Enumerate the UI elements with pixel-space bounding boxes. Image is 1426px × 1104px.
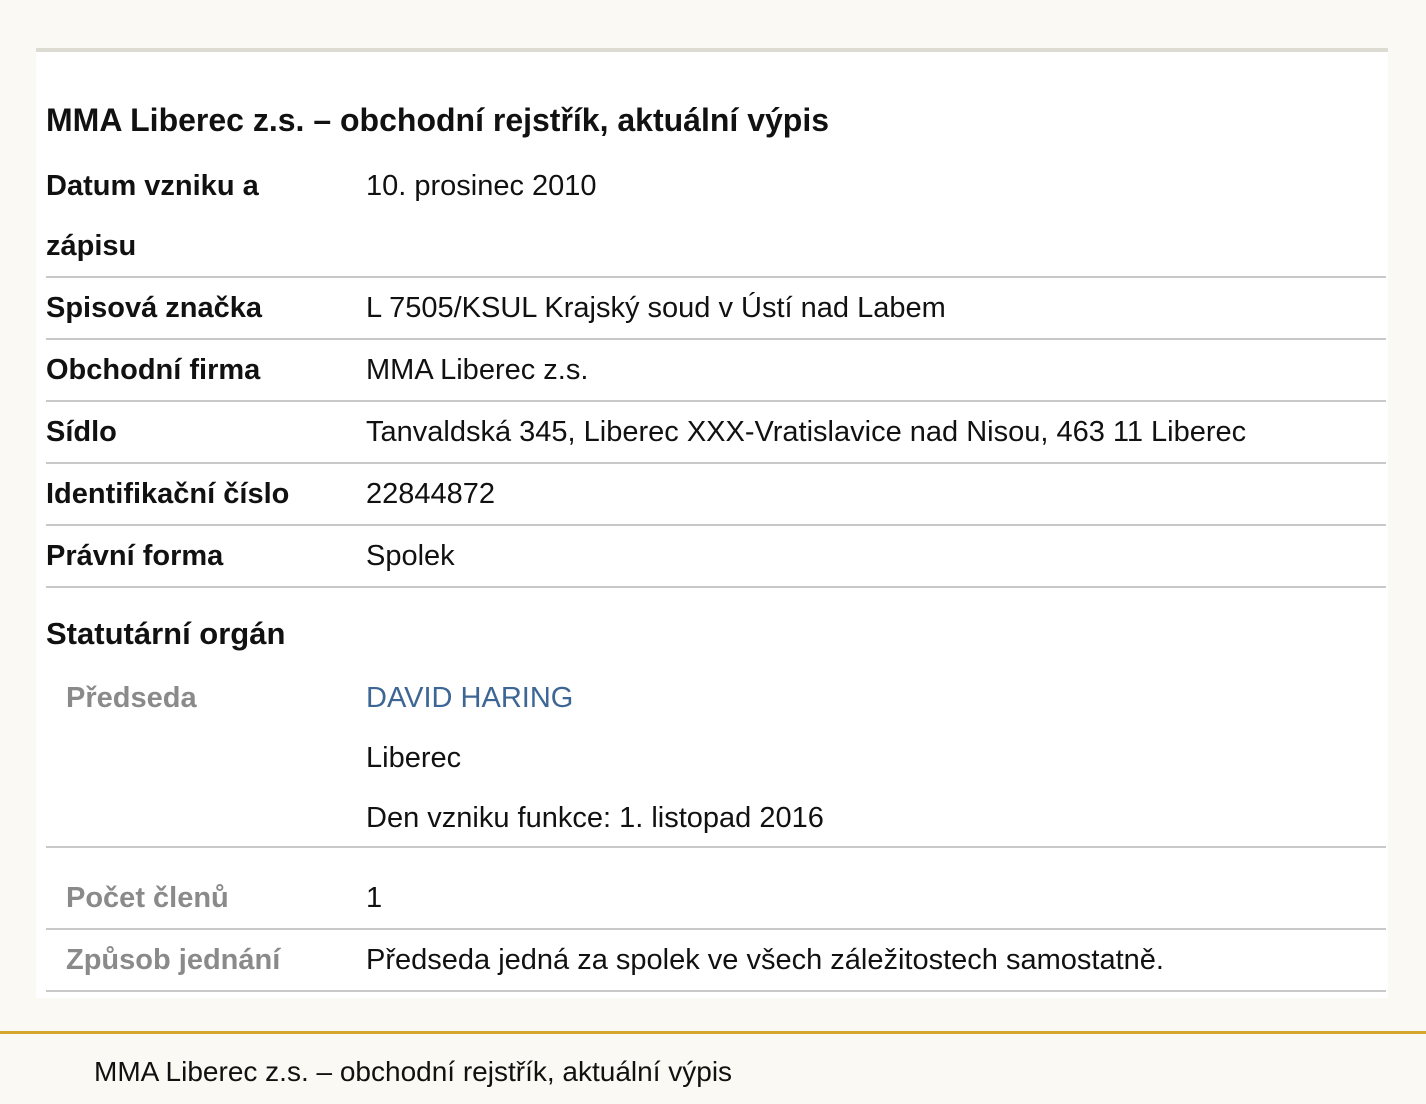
- chairman-details: DAVID HARING Liberec Den vzniku funkce: …: [366, 668, 824, 848]
- page-footer: MMA Liberec z.s. – obchodní rejstřík, ak…: [0, 1031, 1426, 1104]
- chairman-city: Liberec: [366, 742, 462, 774]
- chairman-name-link[interactable]: DAVID HARING: [366, 682, 573, 714]
- row-chairman: Předseda DAVID HARING Liberec Den vzniku…: [46, 668, 1386, 848]
- register-extract-panel: MMA Liberec z.s. – obchodní rejstřík, ak…: [36, 48, 1388, 998]
- row-file-number: Spisová značka L 7505/KSUL Krajský soud …: [46, 278, 1386, 340]
- chairman-label: Předseda: [66, 682, 197, 714]
- row-identification-number: Identifikační číslo 22844872: [46, 464, 1386, 526]
- row-label: Spisová značka: [46, 292, 262, 324]
- row-member-count: Počet členů 1: [46, 848, 1386, 930]
- row-registered-office: Sídlo Tanvaldská 345, Liberec XXX-Vratis…: [46, 402, 1386, 464]
- footer-text: MMA Liberec z.s. – obchodní rejstřík, ak…: [94, 1056, 733, 1087]
- row-founding-date: Datum vzniku a zápisu 10. prosinec 2010: [46, 156, 1386, 278]
- row-label: Datum vzniku a zápisu: [46, 170, 259, 262]
- row-label: Právní forma: [46, 540, 224, 572]
- statutory-body-heading: Statutární orgán: [46, 616, 286, 651]
- row-business-name: Obchodní firma MMA Liberec z.s.: [46, 340, 1386, 402]
- chairman-since: Den vzniku funkce: 1. listopad 2016: [366, 802, 824, 834]
- conduct-label: Způsob jednání: [66, 944, 281, 976]
- row-label: Sídlo: [46, 416, 117, 448]
- row-value: Tanvaldská 345, Liberec XXX-Vratislavice…: [366, 416, 1247, 448]
- row-legal-form: Právní forma Spolek: [46, 526, 1386, 588]
- row-label: Obchodní firma: [46, 354, 261, 386]
- conduct-value: Předseda jedná za spolek ve všech záleži…: [366, 944, 1164, 976]
- row-value: 22844872: [366, 478, 496, 510]
- row-value: 10. prosinec 2010: [366, 170, 597, 202]
- page-title: MMA Liberec z.s. – obchodní rejstřík, ak…: [46, 102, 830, 138]
- register-table: Datum vzniku a zápisu 10. prosinec 2010 …: [46, 156, 1386, 992]
- member-count-value: 1: [366, 882, 383, 914]
- row-value: L 7505/KSUL Krajský soud v Ústí nad Labe…: [366, 292, 946, 324]
- row-value: MMA Liberec z.s.: [366, 354, 589, 386]
- row-label: Identifikační číslo: [46, 478, 290, 510]
- row-manner-of-conduct: Způsob jednání Předseda jedná za spolek …: [46, 930, 1386, 992]
- member-count-label: Počet členů: [66, 882, 229, 914]
- row-value: Spolek: [366, 540, 455, 572]
